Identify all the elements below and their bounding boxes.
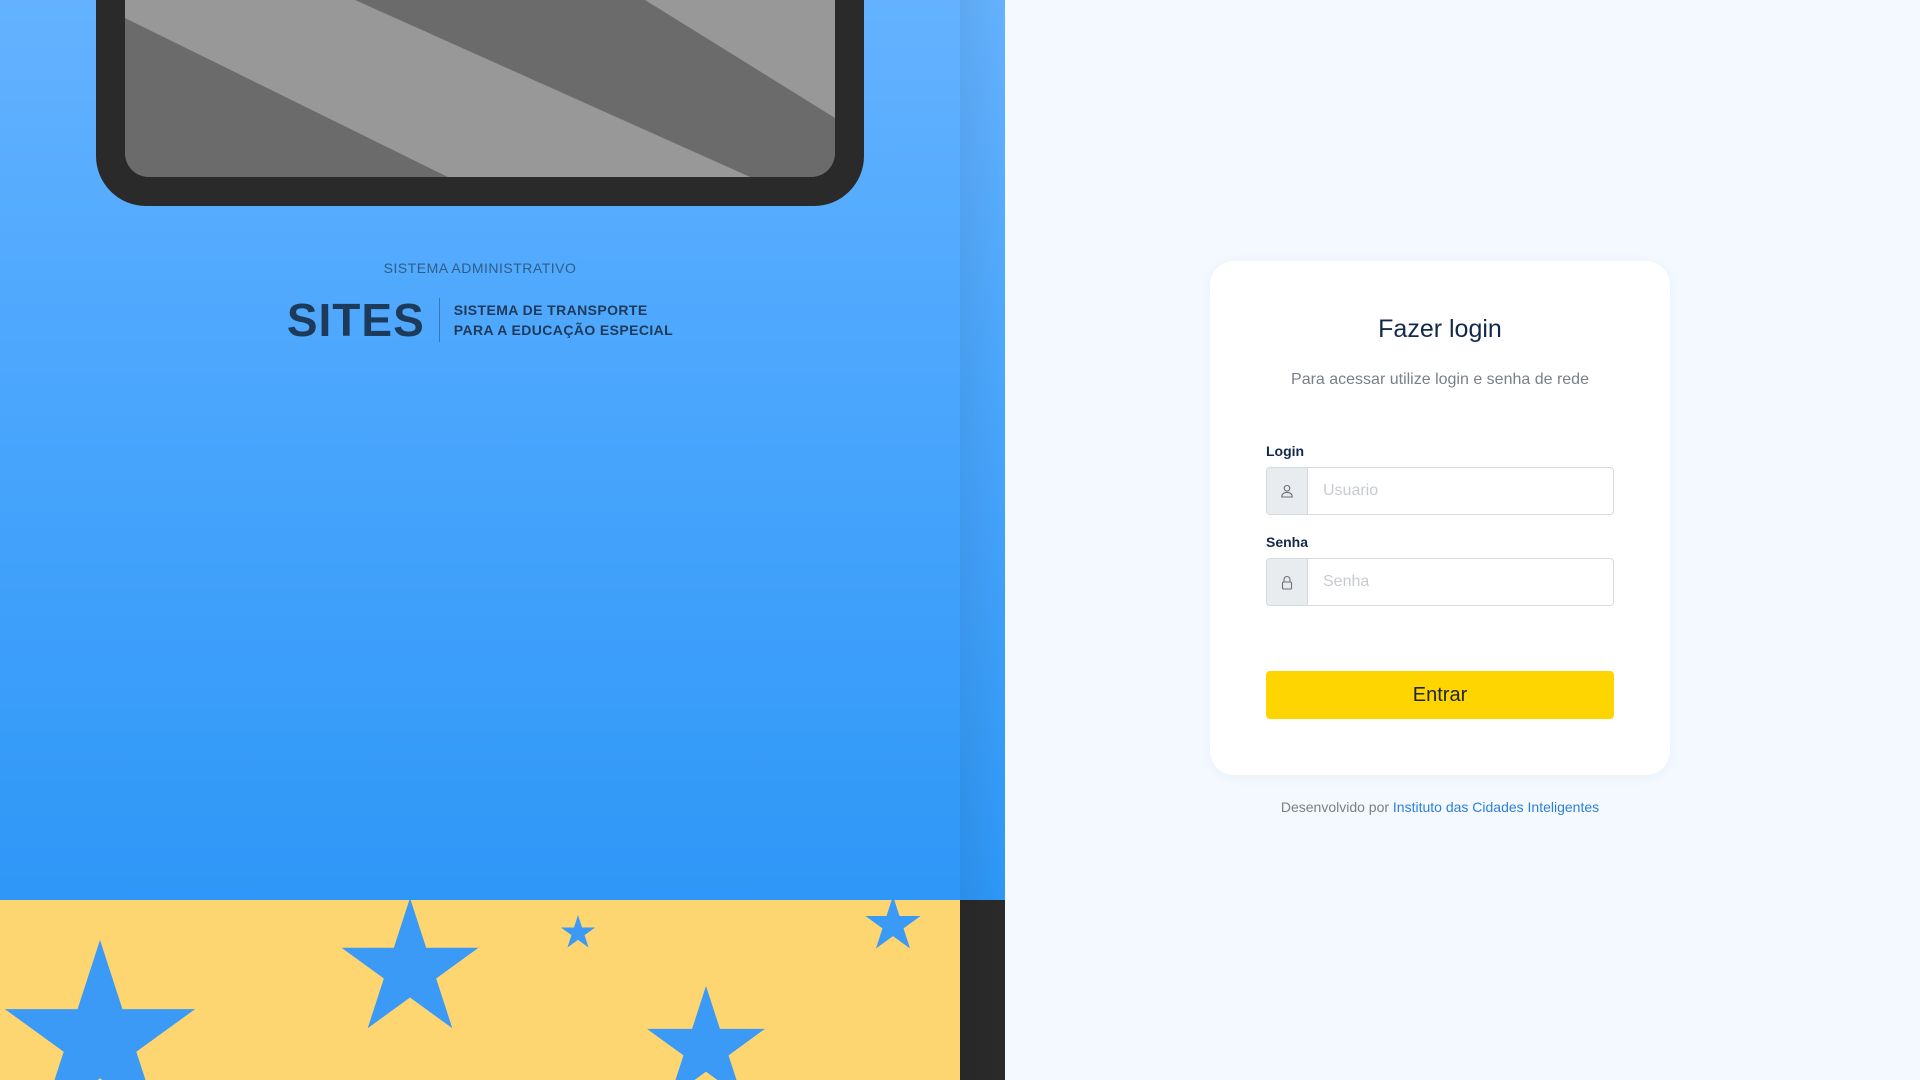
- illustration-panel: SISTEMA ADMINISTRATIVO SITES SISTEMA DE …: [0, 0, 1005, 1080]
- panel-edge-shadow: [960, 0, 1005, 1080]
- login-title: Fazer login: [1378, 315, 1502, 343]
- username-input[interactable]: [1308, 468, 1613, 514]
- brand-subtitle-line1: SISTEMA DE TRANSPORTE: [453, 302, 648, 318]
- brand-name: SITES: [287, 297, 440, 343]
- star-icon: [865, 900, 921, 949]
- login-card: Fazer login Para acessar utilize login e…: [1210, 261, 1670, 775]
- device-frame-illustration: [96, 0, 864, 206]
- brand-subtitle-line2: PARA A EDUCAÇÃO ESPECIAL: [453, 322, 674, 338]
- star-icon: [560, 915, 596, 948]
- device-screen: [125, 0, 835, 177]
- lock-icon: [1267, 559, 1308, 605]
- brand-kicker: SISTEMA ADMINISTRATIVO: [383, 260, 577, 276]
- star-icon: [647, 986, 765, 1080]
- star-icon: [341, 900, 479, 1029]
- brand-block: SISTEMA ADMINISTRATIVO SITES SISTEMA DE …: [0, 260, 960, 343]
- password-label: Senha: [1266, 534, 1309, 550]
- developer-link[interactable]: Instituto das Cidades Inteligentes: [1393, 799, 1599, 815]
- username-input-group: [1266, 467, 1614, 515]
- stars-band: [0, 900, 960, 1080]
- brand-logo: SITES SISTEMA DE TRANSPORTE PARA A EDUCA…: [0, 297, 960, 343]
- login-submit-button[interactable]: Entrar: [1266, 671, 1614, 719]
- password-input-group: [1266, 558, 1614, 606]
- login-subtitle: Para acessar utilize login e senha de re…: [1291, 371, 1589, 388]
- password-input[interactable]: [1308, 559, 1613, 605]
- username-label: Login: [1266, 443, 1305, 459]
- star-icon: [4, 940, 196, 1080]
- user-icon: [1267, 468, 1308, 514]
- footer-credit: Desenvolvido por Instituto das Cidades I…: [1210, 799, 1670, 815]
- footer-prefix: Desenvolvido por: [1280, 799, 1390, 815]
- brand-subtitle: SISTEMA DE TRANSPORTE PARA A EDUCAÇÃO ES…: [454, 300, 673, 340]
